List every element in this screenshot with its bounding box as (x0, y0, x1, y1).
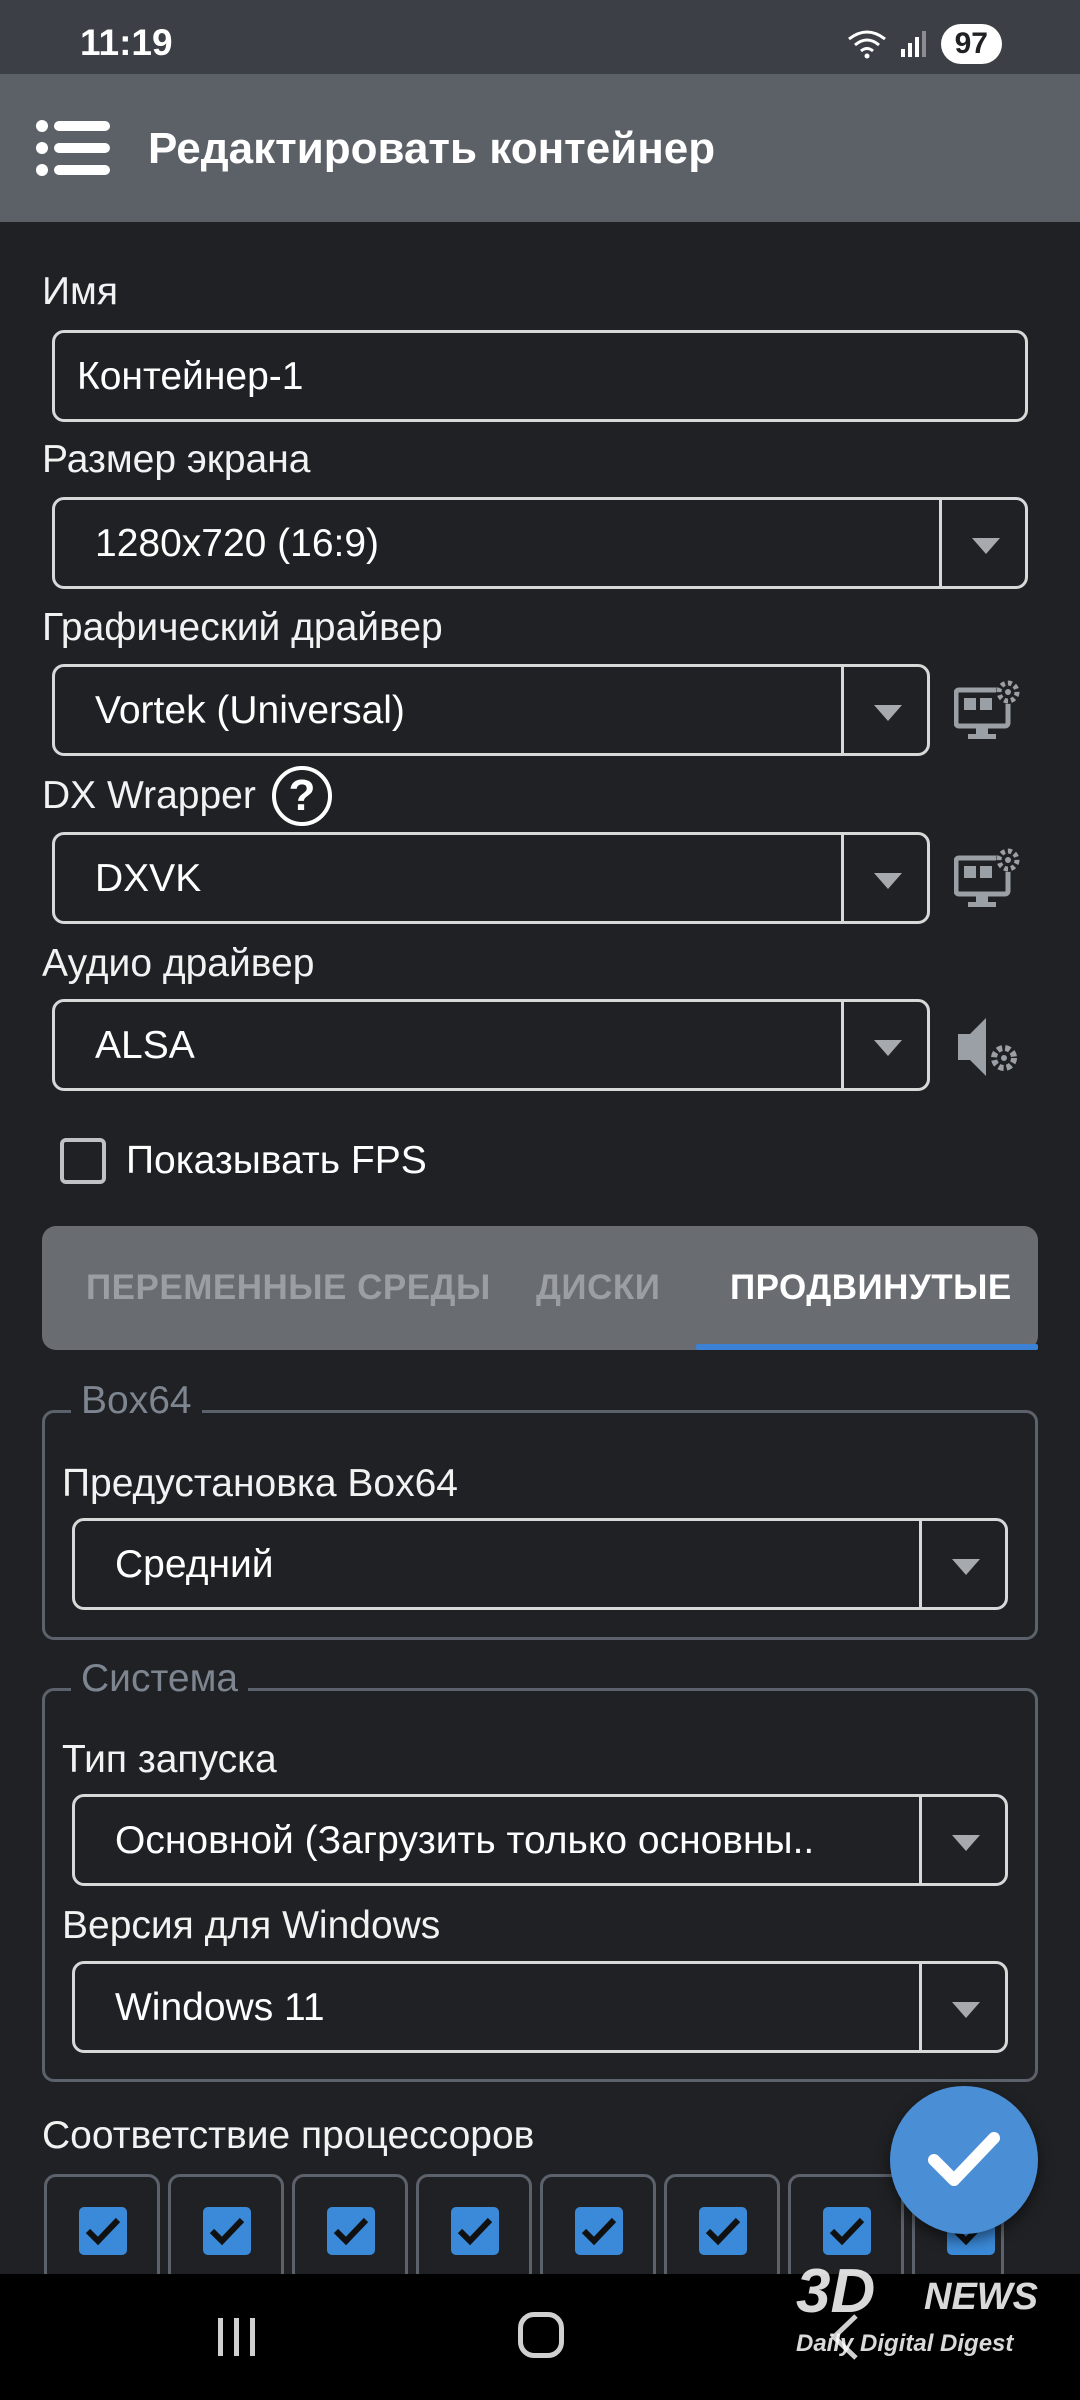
dx-wrapper-value: DXVK (95, 857, 202, 900)
status-time: 11:19 (80, 22, 173, 63)
chevron-down-icon (952, 1835, 980, 1851)
cpu-core-checkbox[interactable] (451, 2207, 499, 2255)
tab-advanced[interactable]: ПРОДВИНУТЫЕ (730, 1268, 1012, 1308)
tab-drives[interactable]: ДИСКИ (536, 1268, 660, 1308)
dropdown-button[interactable] (841, 667, 927, 753)
page-title: Редактировать контейнер (148, 124, 716, 173)
save-button[interactable] (890, 2086, 1038, 2234)
active-tab-indicator (696, 1344, 1038, 1350)
box64-preset-select[interactable]: Средний (72, 1518, 1008, 1610)
check-icon (928, 2132, 1000, 2186)
cpu-core-cell[interactable] (416, 2174, 532, 2290)
audio-driver-label: Аудио драйвер (42, 942, 315, 985)
check-icon (457, 2217, 493, 2246)
cpu-core-checkbox[interactable] (203, 2207, 251, 2255)
cpu-core-checkbox[interactable] (699, 2207, 747, 2255)
dropdown-button[interactable] (841, 835, 927, 921)
chevron-down-icon (874, 705, 902, 721)
status-icons: 97 (847, 24, 1002, 64)
audio-settings-icon[interactable] (954, 1012, 1024, 1082)
watermark: 3D NEWS Daily Digital Digest (790, 2256, 1060, 2366)
cpu-core-cell[interactable] (292, 2174, 408, 2290)
chevron-down-icon (874, 1040, 902, 1056)
home-icon[interactable] (518, 2312, 564, 2358)
tab-bar: ПЕРЕМЕННЫЕ СРЕДЫ ДИСКИ ПРОДВИНУТЫЕ (42, 1226, 1038, 1350)
check-icon (333, 2217, 369, 2246)
battery-indicator: 97 (940, 24, 1002, 64)
help-icon[interactable]: ? (272, 766, 332, 826)
cpu-core-cell[interactable] (168, 2174, 284, 2290)
status-bar: 11:19 97 (0, 0, 1080, 74)
dx-wrapper-label: DX Wrapper (42, 774, 256, 817)
menu-icon[interactable] (36, 118, 110, 178)
cpu-core-checkbox[interactable] (327, 2207, 375, 2255)
dropdown-button[interactable] (919, 1521, 1005, 1607)
show-fps-checkbox[interactable] (60, 1138, 106, 1184)
name-value: Контейнер-1 (77, 355, 304, 398)
system-legend: Система (71, 1657, 249, 1701)
signal-icon (900, 31, 926, 57)
launch-type-value: Основной (Загрузить только основны.. (115, 1819, 815, 1862)
app-bar: Редактировать контейнер (0, 74, 1080, 222)
name-input[interactable]: Контейнер-1 (52, 330, 1028, 422)
windows-version-value: Windows 11 (115, 1986, 325, 2029)
launch-type-label: Тип запуска (62, 1738, 277, 1781)
dropdown-button[interactable] (939, 500, 1025, 586)
watermark-logo: 3D (796, 2257, 876, 2326)
dx-settings-icon[interactable] (954, 844, 1024, 914)
dropdown-button[interactable] (919, 1964, 1005, 2050)
recent-apps-icon[interactable] (212, 2314, 262, 2360)
check-icon (829, 2217, 865, 2246)
check-icon (705, 2217, 741, 2246)
chevron-down-icon (972, 538, 1000, 554)
chevron-down-icon (874, 873, 902, 889)
check-icon (209, 2217, 245, 2246)
wifi-icon (847, 30, 886, 59)
cpu-core-cell[interactable] (540, 2174, 656, 2290)
audio-driver-value: ALSA (95, 1024, 195, 1067)
watermark-tagline: Daily Digital Digest (796, 2330, 1014, 2357)
chevron-down-icon (952, 2002, 980, 2018)
box64-preset-label: Предустановка Box64 (62, 1462, 458, 1505)
show-fps-row[interactable]: Показывать FPS (60, 1138, 427, 1184)
graphics-driver-label: Графический драйвер (42, 606, 443, 649)
audio-driver-select[interactable]: ALSA (52, 999, 930, 1091)
graphics-driver-value: Vortek (Universal) (95, 689, 405, 732)
show-fps-label: Показывать FPS (126, 1139, 427, 1182)
watermark-news: NEWS (924, 2276, 1038, 2318)
cpu-affinity-label: Соответствие процессоров (42, 2114, 535, 2157)
cpu-core-cell[interactable] (44, 2174, 160, 2290)
dx-wrapper-select[interactable]: DXVK (52, 832, 930, 924)
chevron-down-icon (952, 1559, 980, 1575)
launch-type-select[interactable]: Основной (Загрузить только основны.. (72, 1794, 1008, 1886)
box64-legend: Box64 (71, 1379, 202, 1423)
check-icon (85, 2217, 121, 2246)
screen-size-select[interactable]: 1280x720 (16:9) (52, 497, 1028, 589)
cpu-core-checkbox[interactable] (575, 2207, 623, 2255)
screen-size-label: Размер экрана (42, 438, 311, 481)
windows-version-label: Версия для Windows (62, 1904, 441, 1947)
cpu-core-cell[interactable] (664, 2174, 780, 2290)
dropdown-button[interactable] (841, 1002, 927, 1088)
box64-preset-value: Средний (115, 1543, 274, 1586)
tab-environment[interactable]: ПЕРЕМЕННЫЕ СРЕДЫ (86, 1268, 491, 1308)
name-label: Имя (42, 270, 118, 313)
cpu-core-checkbox[interactable] (823, 2207, 871, 2255)
cpu-core-checkbox[interactable] (79, 2207, 127, 2255)
dropdown-button[interactable] (919, 1797, 1005, 1883)
graphics-driver-select[interactable]: Vortek (Universal) (52, 664, 930, 756)
screen-size-value: 1280x720 (16:9) (95, 522, 380, 565)
graphics-settings-icon[interactable] (954, 676, 1024, 746)
check-icon (581, 2217, 617, 2246)
windows-version-select[interactable]: Windows 11 (72, 1961, 1008, 2053)
